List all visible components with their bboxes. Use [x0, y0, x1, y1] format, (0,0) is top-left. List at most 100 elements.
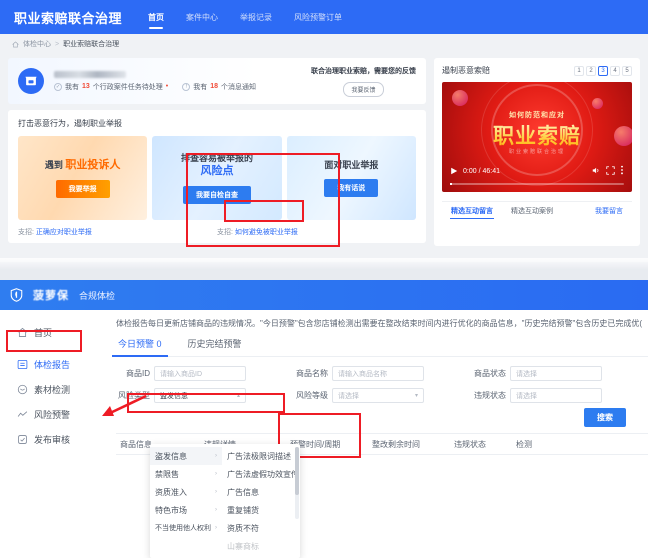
sidebar-item-publish-review-label: 发布审核 — [34, 435, 71, 445]
filter-row-2: 风险类型 盗发信息 ▾ 风险等级 请选择 ▾ 违规状态 请选择 — [116, 388, 648, 403]
top-left-column: ✓ 我有 13 个行政案件任务待处理 • ! 我有 18 个消息通知 联合治理职业索赔，需… — [8, 58, 426, 246]
filter-risk-level-label: 风险等级 — [296, 391, 328, 400]
search-button[interactable]: 搜索 — [584, 408, 626, 427]
table-header-warning-time: 预警时间/周期 — [290, 439, 341, 449]
nav-item-home[interactable]: 首页 — [148, 0, 164, 34]
speak-up-button[interactable]: 我有话说 — [324, 178, 379, 197]
leave-comment-link[interactable]: 我要留言 — [586, 202, 632, 219]
filter-product-status: 商品状态 请选择 — [472, 366, 602, 381]
sidebar-item-material-detection[interactable]: 素材检测 — [8, 377, 112, 402]
cascader-item-piracy-info[interactable]: 盗发信息 › — [150, 447, 222, 465]
product-id-input[interactable]: 请输入商品ID — [154, 366, 246, 381]
shop-name-masked — [54, 70, 126, 78]
promo-footer-link-2[interactable]: 如何避免被职业举报 — [235, 229, 298, 236]
filter-violation-status-label: 违规状态 — [474, 391, 506, 400]
home-icon — [12, 41, 19, 48]
promo-card-self-check-title: 排查容易被举报的 风险点 — [181, 152, 253, 179]
feedback-button[interactable]: 我要反馈 — [343, 81, 384, 97]
self-check-button[interactable]: 我要自检自查 — [182, 185, 251, 204]
page-4[interactable]: 4 — [610, 65, 620, 76]
sidebar-item-publish-review[interactable]: 发布审核 — [8, 427, 112, 452]
nav-item-case-center[interactable]: 案件中心 — [186, 0, 218, 34]
cascader-item-misuse-of-rights-label: 不当使用他人权利 — [155, 525, 211, 532]
sidebar-item-checkup-report[interactable]: 体检报告 — [8, 352, 112, 377]
breadcrumb: 体检中心 > 职业索赔联合治理 — [0, 34, 648, 54]
promo-footer-item-2: 支招: 如何避免被职业举报 — [217, 227, 416, 237]
page-3[interactable]: 3 — [598, 65, 608, 76]
product-name-input[interactable]: 请输入商品名称 — [332, 366, 424, 381]
video-progress-bar[interactable] — [450, 183, 624, 185]
video-panel: 遏制恶意索赔 1 2 3 4 5 如何防范和应对 职业索赔 职业索赔联合治理 0… — [434, 58, 640, 246]
table-header-remaining-time: 整改剩余时间 — [372, 439, 420, 449]
risk-level-value: 请选择 — [338, 392, 359, 400]
nav-item-report-records[interactable]: 举报记录 — [240, 0, 272, 34]
volume-icon[interactable] — [592, 162, 601, 180]
video-panel-header: 遏制恶意索赔 1 2 3 4 5 — [442, 65, 632, 76]
risk-level-select[interactable]: 请选择 ▾ — [332, 388, 424, 403]
shop-icon — [18, 68, 44, 94]
video-player[interactable]: 如何防范和应对 职业索赔 职业索赔联合治理 0:00 / 46:41 — [442, 82, 632, 192]
filter-form: 商品ID 请输入商品ID 商品名称 请输入商品名称 商品状态 请选择 风险类型 … — [116, 357, 648, 455]
cascader-sub-item-ad-law-false-efficacy[interactable]: 广告法虚假功效宣传 — [222, 465, 300, 483]
main-content: 体检报告每日更新店铺商品的违规情况。"今日预警"包含您店铺检测出需要在整改结束时… — [112, 310, 648, 558]
video-time: 0:00 / 46:41 — [463, 167, 500, 175]
page-2[interactable]: 2 — [586, 65, 596, 76]
content-tabs: 今日预警 0 历史完结预警 — [112, 337, 648, 357]
page-5[interactable]: 5 — [622, 65, 632, 76]
product-status-value: 请选择 — [516, 370, 537, 378]
promo-card-self-check[interactable]: 排查容易被举报的 风险点 我要自检自查 — [152, 136, 282, 220]
risk-type-select[interactable]: 盗发信息 ▾ — [154, 388, 246, 403]
chevron-up-icon: ▾ — [236, 392, 240, 398]
messages-prefix: 我有 — [193, 83, 208, 91]
chevron-right-icon: › — [215, 471, 217, 477]
violation-status-select[interactable]: 请选择 — [510, 388, 602, 403]
promo-card-report[interactable]: 遇到 职业投诉人 我要举报 — [18, 136, 148, 220]
pending-tasks-notice[interactable]: ✓ 我有 13 个行政案件任务待处理 • — [54, 82, 168, 92]
decor-bubble-1 — [452, 90, 468, 106]
cascader-sub-item-ad-info[interactable]: 广告信息 — [222, 483, 300, 501]
promo-card-report-highlight: 职业投诉人 — [65, 159, 121, 172]
cascader-sub-item-counterfeit-trademark[interactable]: 山寨商标 — [222, 537, 300, 555]
cascader-item-specialty-market[interactable]: 特色市场 › — [150, 501, 222, 519]
cascader-sub-item-ad-law-superlatives[interactable]: 广告法极限词描述 — [222, 447, 300, 465]
doc-icon: ✓ — [54, 82, 62, 91]
cascader-scrollbar[interactable] — [295, 447, 299, 519]
tab-featured-cases[interactable]: 精选互动案例 — [502, 202, 562, 219]
cascader-sub-item-duplicate-listings[interactable]: 重复铺货 — [222, 501, 300, 519]
notice-banner: ✓ 我有 13 个行政案件任务待处理 • ! 我有 18 个消息通知 联合治理职业索赔，需… — [8, 58, 426, 104]
brand-name: 菠萝保 — [33, 290, 69, 302]
sidebar-item-home-label: 首页 — [34, 328, 53, 338]
nav-item-risk-warning-orders[interactable]: 风险预警订单 — [294, 0, 342, 34]
report-button[interactable]: 我要举报 — [55, 179, 110, 198]
messages-notice[interactable]: ! 我有 18 个消息通知 — [182, 82, 256, 92]
promo-card-self-check-pre: 排查容易被举报的 — [180, 153, 253, 163]
breadcrumb-home[interactable]: 体检中心 — [23, 39, 51, 49]
risk-type-value: 盗发信息 — [160, 392, 188, 400]
pending-tasks-count: 13 — [82, 83, 90, 90]
search-row: 搜索 — [116, 408, 648, 427]
promo-footer-link-1[interactable]: 正确应对职业举报 — [36, 229, 92, 236]
top-app-body: ✓ 我有 13 个行政案件任务待处理 • ! 我有 18 个消息通知 联合治理职业索赔，需… — [0, 54, 648, 246]
chevron-down-icon: ▾ — [414, 393, 418, 399]
tab-featured-comments[interactable]: 精选互动留言 — [442, 202, 502, 219]
tab-historical-warnings[interactable]: 历史完结预警 — [186, 337, 244, 356]
promo-card-speak-up-title: 面对职业举报 — [324, 160, 379, 171]
page-1[interactable]: 1 — [574, 65, 584, 76]
chevron-right-icon: › — [215, 525, 217, 531]
more-options-icon[interactable] — [620, 162, 624, 180]
risk-type-cascader-dropdown[interactable]: 盗发信息 › 禁限售 › 资质准入 › 特色市场 › 不当使用他人权利 › 广告… — [150, 444, 300, 558]
cascader-item-qualification-access[interactable]: 资质准入 › — [150, 483, 222, 501]
promo-card-speak-up[interactable]: 面对职业举报 我有话说 — [286, 136, 416, 220]
tab-today-warnings[interactable]: 今日预警 0 — [112, 337, 167, 357]
fullscreen-icon[interactable] — [606, 162, 615, 180]
cascader-sub-item-qualification-mismatch[interactable]: 资质不符 — [222, 519, 300, 537]
sidebar-item-risk-warning[interactable]: 风险预警 — [8, 402, 112, 427]
sidebar-item-home[interactable]: 首页 — [8, 320, 112, 345]
product-status-select[interactable]: 请选择 — [510, 366, 602, 381]
cascader-item-restricted-sale[interactable]: 禁限售 › — [150, 465, 222, 483]
promo-section: 打击恶意行为，遏制职业举报 遇到 职业投诉人 我要举报 排查容易被举报的 风险点 — [8, 110, 426, 243]
cascader-item-misuse-of-rights[interactable]: 不当使用他人权利 › — [150, 519, 222, 537]
cascader-scrollbar-thumb[interactable] — [295, 447, 299, 495]
play-icon[interactable] — [450, 162, 458, 180]
promo-card-self-check-line2: 风险点 — [200, 165, 234, 178]
